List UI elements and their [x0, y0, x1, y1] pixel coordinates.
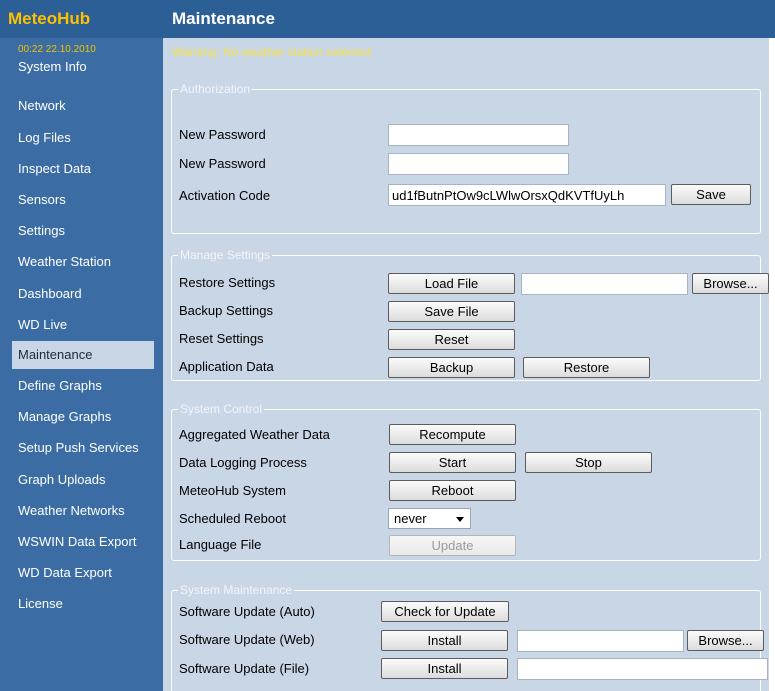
- web-update-path-input[interactable]: [517, 630, 684, 652]
- aggregated-weather-data-label: Aggregated Weather Data: [179, 427, 330, 442]
- sidebar-item-log-files[interactable]: Log Files: [12, 124, 154, 152]
- application-data-label: Application Data: [179, 359, 274, 374]
- sidebar-item-manage-graphs[interactable]: Manage Graphs: [12, 403, 154, 431]
- sidebar-item-wd-data-export[interactable]: WD Data Export: [12, 559, 154, 587]
- system-control-legend: System Control: [180, 402, 263, 416]
- load-file-button[interactable]: Load File: [388, 273, 515, 294]
- scheduled-reboot-select[interactable]: never: [388, 508, 471, 529]
- sidebar-item-weather-networks[interactable]: Weather Networks: [12, 497, 154, 525]
- sidebar-item-wd-live[interactable]: WD Live: [12, 311, 154, 339]
- save-button[interactable]: Save: [671, 184, 751, 205]
- sidebar-item-define-graphs[interactable]: Define Graphs: [12, 372, 154, 400]
- install-file-button[interactable]: Install: [381, 658, 508, 679]
- page-title: Maintenance: [172, 9, 275, 28]
- software-update-file-label: Software Update (File): [179, 661, 310, 676]
- sidebar-item-dashboard[interactable]: Dashboard: [12, 280, 154, 308]
- chevron-down-icon: [456, 517, 464, 522]
- activation-code-input[interactable]: [388, 184, 666, 206]
- warning-message: Warning: No weather station selected: [172, 45, 371, 59]
- web-update-browse-button[interactable]: Browse...: [687, 630, 764, 651]
- save-file-button[interactable]: Save File: [388, 301, 515, 322]
- restore-settings-label: Restore Settings: [179, 275, 276, 290]
- software-update-web-label: Software Update (Web): [179, 632, 315, 647]
- restore-file-path-input[interactable]: [521, 273, 688, 295]
- sidebar-item-license[interactable]: License: [12, 590, 154, 618]
- sidebar-item-sensors[interactable]: Sensors: [12, 186, 154, 214]
- new-password-label-1: New Password: [179, 127, 266, 142]
- update-button[interactable]: Update: [389, 535, 516, 556]
- reset-button[interactable]: Reset: [388, 329, 515, 350]
- sidebar-item-weather-station[interactable]: Weather Station: [12, 248, 154, 276]
- language-file-label: Language File: [179, 537, 262, 552]
- activation-code-label: Activation Code: [179, 188, 271, 203]
- scrollbar-track[interactable]: [769, 38, 775, 691]
- sidebar-item-maintenance[interactable]: Maintenance: [12, 341, 154, 369]
- sidebar-item-system-info[interactable]: System Info: [12, 53, 154, 81]
- install-web-button[interactable]: Install: [381, 630, 508, 651]
- system-maintenance-legend: System Maintenance: [180, 583, 293, 597]
- start-button[interactable]: Start: [389, 452, 516, 473]
- sidebar-item-setup-push-services[interactable]: Setup Push Services: [12, 434, 154, 462]
- app-logo: MeteoHub: [8, 9, 91, 28]
- reset-settings-label: Reset Settings: [179, 331, 264, 346]
- backup-settings-label: Backup Settings: [179, 303, 273, 318]
- scheduled-reboot-value: never: [394, 511, 427, 526]
- sidebar-item-graph-uploads[interactable]: Graph Uploads: [12, 466, 154, 494]
- recompute-button[interactable]: Recompute: [389, 424, 516, 445]
- sidebar-item-inspect-data[interactable]: Inspect Data: [12, 155, 154, 183]
- check-for-update-button[interactable]: Check for Update: [381, 601, 509, 622]
- scheduled-reboot-label: Scheduled Reboot: [179, 511, 286, 526]
- new-password-label-2: New Password: [179, 156, 266, 171]
- new-password-input-2[interactable]: [388, 153, 569, 175]
- restore-button[interactable]: Restore: [523, 357, 650, 378]
- sidebar-item-wswin-data-export[interactable]: WSWIN Data Export: [12, 528, 154, 556]
- authorization-legend: Authorization: [180, 82, 251, 96]
- data-logging-process-label: Data Logging Process: [179, 455, 307, 470]
- sidebar: 00:22 22.10.2010 System Info Network Log…: [0, 38, 163, 691]
- meteohub-system-label: MeteoHub System: [179, 483, 286, 498]
- restore-browse-button[interactable]: Browse...: [692, 273, 769, 294]
- reboot-button[interactable]: Reboot: [389, 480, 516, 501]
- sidebar-item-settings[interactable]: Settings: [12, 217, 154, 245]
- sidebar-item-network[interactable]: Network: [12, 92, 154, 120]
- file-update-path-input[interactable]: [517, 658, 768, 680]
- header-bar: MeteoHub Maintenance: [0, 0, 775, 38]
- stop-button[interactable]: Stop: [525, 452, 652, 473]
- main-panel: Warning: No weather station selected Aut…: [163, 38, 775, 691]
- software-update-auto-label: Software Update (Auto): [179, 604, 315, 619]
- new-password-input-1[interactable]: [388, 124, 569, 146]
- manage-settings-legend: Manage Settings: [180, 248, 271, 262]
- backup-button[interactable]: Backup: [388, 357, 515, 378]
